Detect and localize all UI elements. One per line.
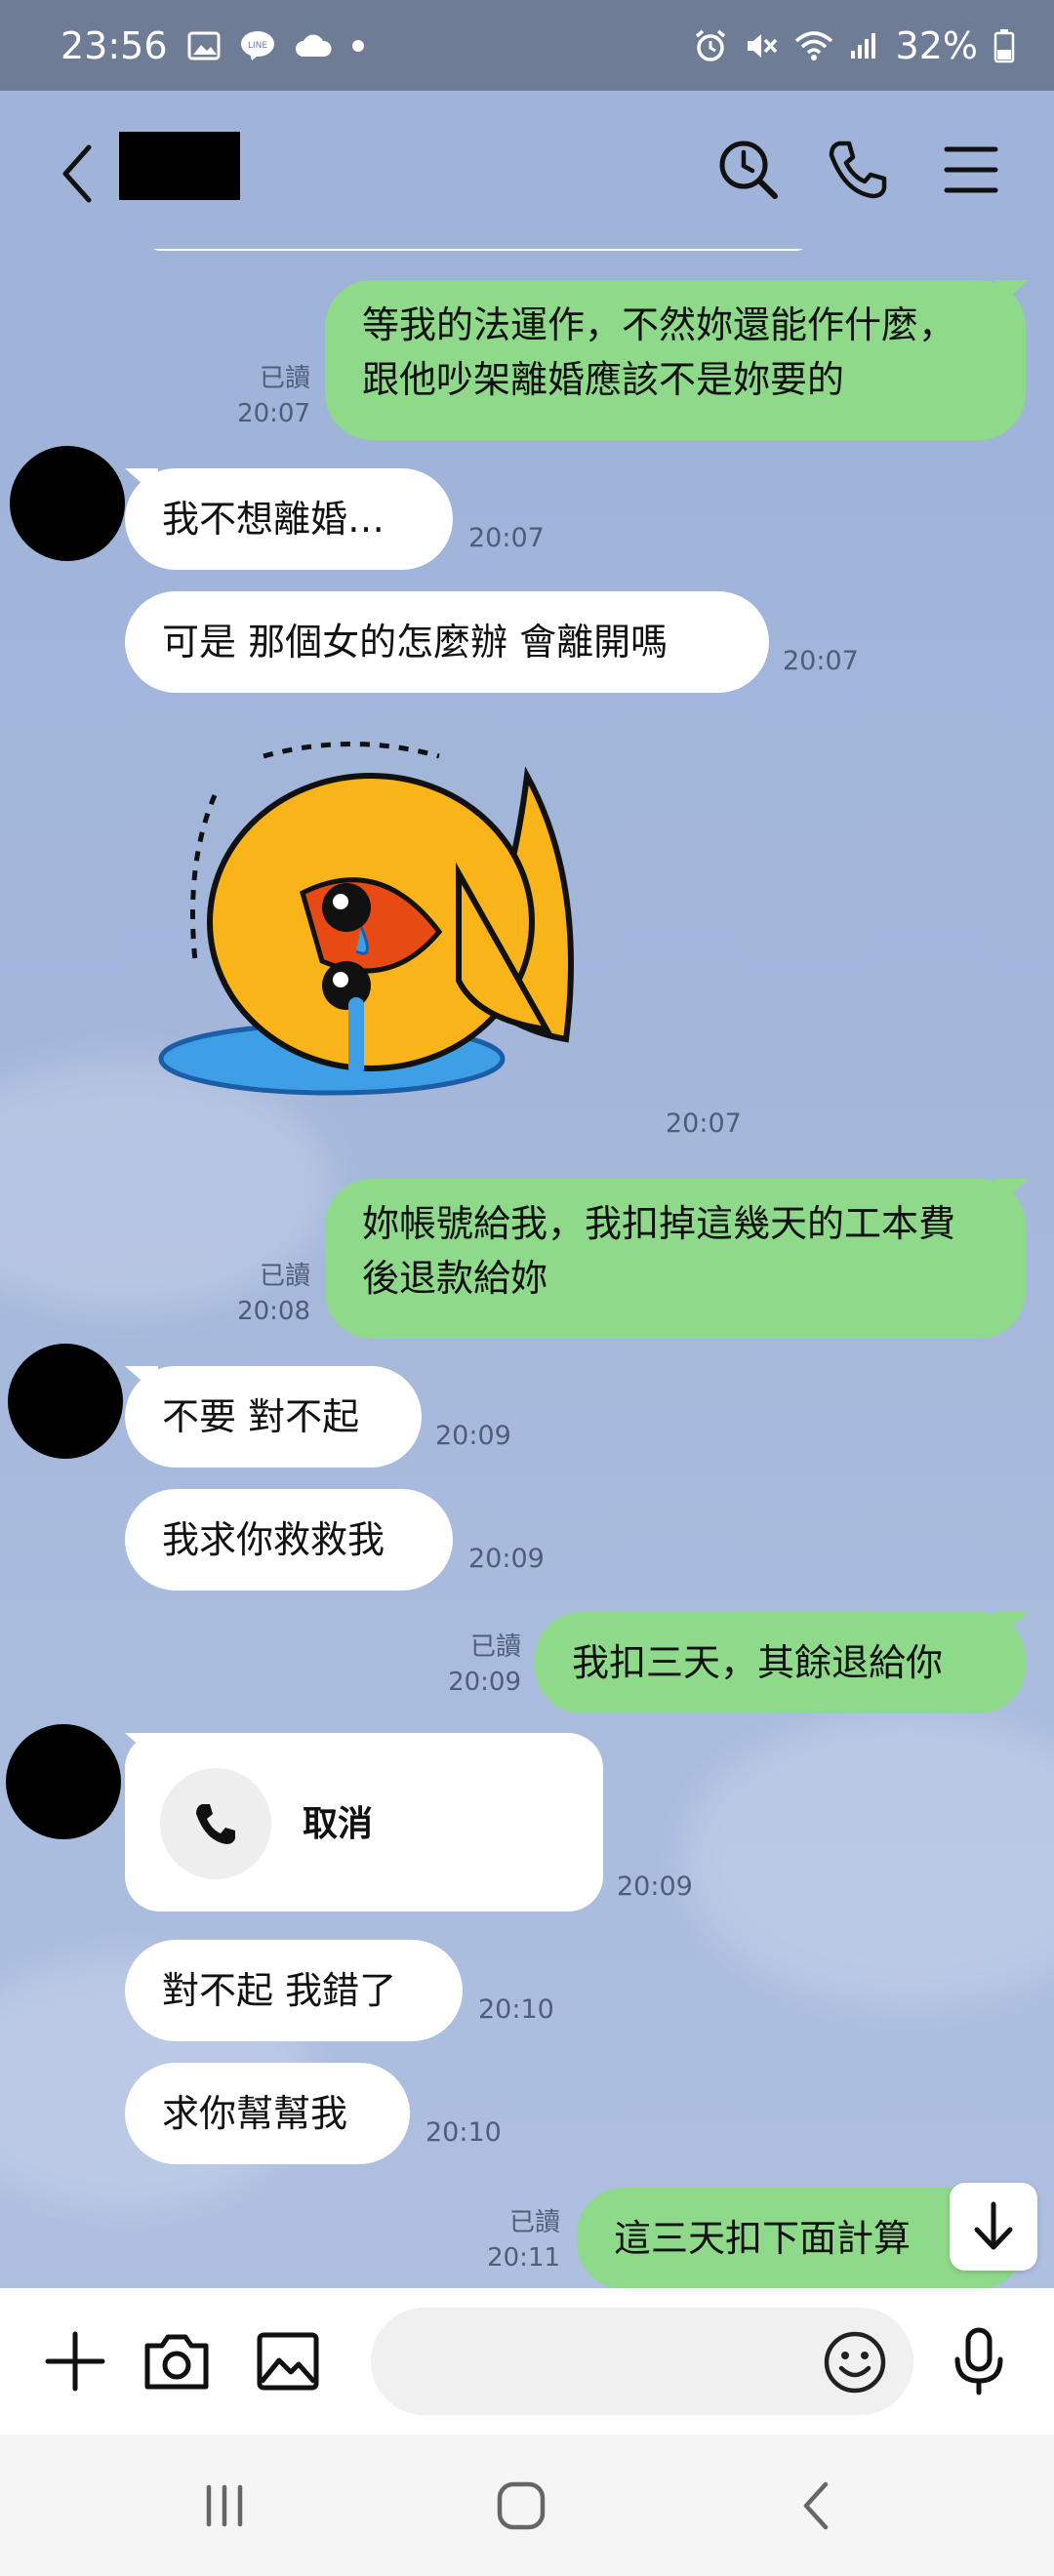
contact-avatar[interactable] [10, 446, 125, 561]
outgoing-message-bubble[interactable]: 等我的法運作，不然妳還能作什麼，跟他吵架離婚應該不是妳要的 [325, 280, 1026, 440]
line-notification-icon: LINE [240, 30, 275, 61]
camera-icon [144, 2334, 209, 2390]
call-button[interactable] [826, 138, 890, 202]
system-back-button[interactable] [777, 2474, 855, 2538]
emoji-button[interactable] [822, 2329, 888, 2395]
battery-icon [993, 28, 1015, 63]
cloud-icon [295, 33, 332, 59]
recent-apps-icon [206, 2484, 243, 2527]
message-time: 20:07 [783, 646, 859, 676]
microphone-icon [954, 2327, 1003, 2395]
plus-icon [45, 2331, 105, 2392]
incoming-message-bubble[interactable]: 可是 那個女的怎麼辦 會離開嗎 [125, 591, 769, 693]
dot-icon [351, 39, 365, 53]
incoming-message-bubble[interactable]: 我求你救救我 [125, 1489, 453, 1590]
wifi-icon [794, 29, 833, 62]
smiley-icon [824, 2331, 886, 2394]
recent-apps-button[interactable] [185, 2474, 264, 2538]
camera-button[interactable] [141, 2325, 213, 2397]
image-icon [257, 2332, 319, 2391]
read-receipt: 已讀 20:09 [448, 1632, 521, 1697]
back-arrow-icon [803, 2481, 829, 2530]
message-time: 20:07 [468, 523, 545, 553]
hamburger-menu-icon [944, 146, 998, 193]
read-receipt: 已讀 20:11 [487, 2208, 560, 2273]
call-icon-circle [160, 1768, 271, 1879]
arrow-down-icon [974, 2201, 1013, 2250]
contact-avatar[interactable] [6, 1724, 121, 1839]
menu-button[interactable] [939, 138, 1003, 202]
search-history-button[interactable] [716, 138, 781, 202]
outgoing-message-bubble[interactable]: 妳帳號給我，我扣掉這幾天的工本費後退款給妳 [325, 1179, 1026, 1339]
home-icon [497, 2481, 546, 2530]
call-status-label: 取消 [303, 1804, 374, 1844]
incoming-message-bubble[interactable]: 我不想離婚… [125, 468, 453, 570]
read-receipt: 已讀 20:07 [237, 364, 310, 428]
chat-header: (redacted) [0, 91, 1054, 249]
outgoing-message-bubble[interactable]: 我扣三天，其餘退給你 [535, 1612, 1026, 1713]
chat-messages-area[interactable]: 已讀 20:07 等我的法運作，不然妳還能作什麼，跟他吵架離婚應該不是妳要的 我… [0, 249, 1054, 2288]
voice-input-button[interactable] [943, 2325, 1015, 2397]
call-message-card[interactable]: 取消 [125, 1733, 603, 1912]
mute-icon [744, 28, 779, 63]
message-time: 20:10 [426, 2117, 502, 2148]
search-clock-icon [719, 141, 778, 199]
back-button[interactable] [54, 140, 102, 208]
phone-icon [829, 141, 887, 199]
scroll-to-bottom-button[interactable] [950, 2183, 1037, 2271]
message-input-bar [0, 2288, 1054, 2435]
message-time: 20:10 [478, 1994, 554, 2025]
background-cloud [683, 1712, 1054, 2005]
add-button[interactable] [39, 2325, 111, 2397]
system-navigation-bar [0, 2435, 1054, 2576]
incoming-message-bubble[interactable]: 不要 對不起 [125, 1366, 422, 1468]
previous-message-edge [148, 249, 808, 251]
message-time: 20:09 [617, 1872, 693, 1902]
home-button[interactable] [482, 2474, 560, 2538]
signal-icon [849, 31, 880, 60]
incoming-message-bubble[interactable]: 對不起 我錯了 [125, 1940, 463, 2041]
message-time: 20:09 [435, 1421, 511, 1451]
read-receipt: 已讀 20:08 [237, 1262, 310, 1326]
alarm-icon [693, 28, 728, 63]
incoming-message-bubble[interactable]: 求你幫幫我 [125, 2063, 410, 2164]
contact-name-redacted[interactable]: (redacted) [119, 132, 240, 200]
message-time: 20:09 [468, 1544, 545, 1574]
message-time: 20:07 [666, 1108, 742, 1139]
contact-avatar[interactable] [8, 1344, 123, 1459]
phone-icon [196, 1804, 235, 1844]
status-time: 23:56 [61, 23, 168, 67]
gallery-notification-icon [187, 31, 221, 60]
chevron-left-icon [62, 144, 92, 203]
status-bar: 23:56 LINE 32% [0, 0, 1054, 91]
battery-percent: 32% [895, 23, 978, 67]
gallery-button[interactable] [252, 2325, 324, 2397]
svg-text:LINE: LINE [247, 41, 266, 51]
